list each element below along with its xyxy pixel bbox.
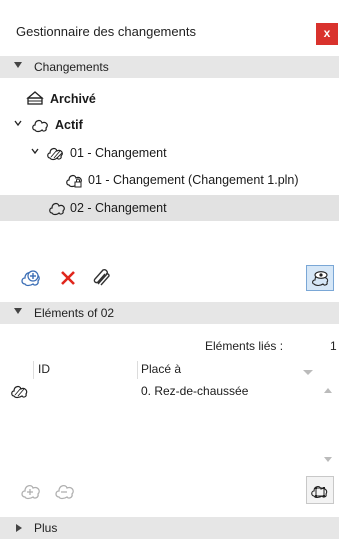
add-element-button[interactable]: [19, 479, 43, 503]
panel-title: Gestionnaire des changements: [16, 24, 196, 39]
tree-item-archived[interactable]: Archivé: [0, 86, 339, 112]
table-row[interactable]: 0. Rez-de-chaussée: [0, 381, 318, 401]
select-elements-button[interactable]: [306, 476, 334, 504]
tree-item-active[interactable]: Actif: [0, 112, 339, 138]
more-section-header[interactable]: Plus: [0, 517, 339, 539]
expand-triangle-icon: [16, 524, 22, 532]
sort-arrow-icon[interactable]: [303, 370, 313, 375]
linked-elements-label: Eléments liés :: [205, 339, 284, 353]
tree-item-label: Actif: [55, 118, 83, 132]
chevron-down-icon[interactable]: [14, 119, 22, 127]
collapse-triangle-icon: [14, 62, 22, 68]
locked-cloud-icon: [66, 174, 82, 188]
tree-item-change-01[interactable]: 01 - Changement: [0, 140, 339, 166]
column-separator[interactable]: [33, 361, 34, 379]
changes-section-header[interactable]: Changements: [0, 56, 339, 78]
column-separator[interactable]: [137, 361, 138, 379]
add-change-button[interactable]: [19, 266, 43, 290]
close-button[interactable]: x: [316, 23, 338, 45]
cloud-icon: [32, 119, 48, 133]
hatched-cloud-icon: [47, 147, 63, 161]
eye-cloud-icon: [312, 271, 329, 287]
more-section-label: Plus: [34, 521, 58, 535]
scroll-down-icon[interactable]: [324, 457, 332, 462]
tree-item-change-01-file[interactable]: 01 - Changement (Changement 1.pln): [0, 167, 339, 193]
linked-elements-count: 1: [330, 339, 337, 353]
column-header-placed[interactable]: Placé à: [141, 362, 181, 380]
archive-icon: [26, 91, 44, 105]
elements-section-label: Eléments of 02: [34, 306, 115, 320]
elements-section-header[interactable]: Eléments of 02: [0, 302, 339, 324]
changes-section-label: Changements: [34, 60, 109, 74]
tree-item-label: 01 - Changement: [70, 146, 167, 160]
show-marker-toggle[interactable]: [306, 265, 334, 291]
chevron-down-icon[interactable]: [31, 147, 39, 155]
tree-item-label: 01 - Changement (Changement 1.pln): [88, 173, 299, 187]
collapse-triangle-icon: [14, 308, 22, 314]
scroll-up-icon[interactable]: [324, 388, 332, 393]
column-header-id[interactable]: ID: [38, 362, 50, 380]
element-cloud-icon: [11, 385, 28, 399]
cloud-icon: [49, 202, 65, 216]
select-cloud-icon: [311, 486, 328, 499]
remove-element-button[interactable]: [53, 479, 77, 503]
row-placed: 0. Rez-de-chaussée: [141, 384, 249, 398]
tree-item-label: 02 - Changement: [70, 201, 167, 215]
delete-button[interactable]: [56, 266, 80, 290]
link-icon[interactable]: [90, 266, 114, 290]
tree-item-label: Archivé: [50, 92, 96, 106]
tree-item-change-02[interactable]: 02 - Changement: [0, 195, 339, 221]
title-bar: Gestionnaire des changements x: [0, 0, 339, 54]
